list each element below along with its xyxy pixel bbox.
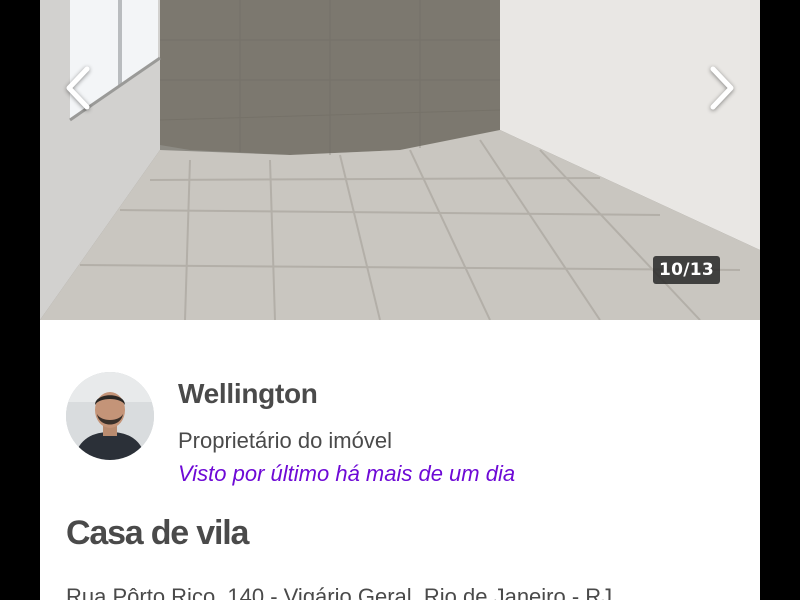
listing-photo[interactable]	[40, 0, 760, 320]
avatar-photo	[66, 372, 154, 460]
chevron-right-icon	[705, 65, 739, 116]
owner-name[interactable]: Wellington	[178, 378, 318, 410]
avatar[interactable]	[66, 372, 154, 460]
photo-gallery[interactable]: 10/13	[40, 0, 760, 320]
last-seen-status: Visto por último há mais de um dia	[178, 461, 516, 486]
listing-address: Rua Pôrto Rico, 140 - Vigário Geral, Rio…	[66, 584, 613, 600]
photo-counter: 10/13	[653, 256, 721, 284]
owner-card[interactable]: Wellington Proprietário do imóvel Visto …	[66, 372, 746, 486]
owner-role: Proprietário do imóvel	[178, 428, 392, 453]
previous-photo-button[interactable]	[48, 60, 108, 120]
listing-page: 10/13 Wellington Proprietário do imóvel …	[40, 0, 760, 600]
chevron-left-icon	[61, 65, 95, 116]
next-photo-button[interactable]	[692, 60, 752, 120]
listing-title: Casa de vila	[66, 514, 249, 552]
